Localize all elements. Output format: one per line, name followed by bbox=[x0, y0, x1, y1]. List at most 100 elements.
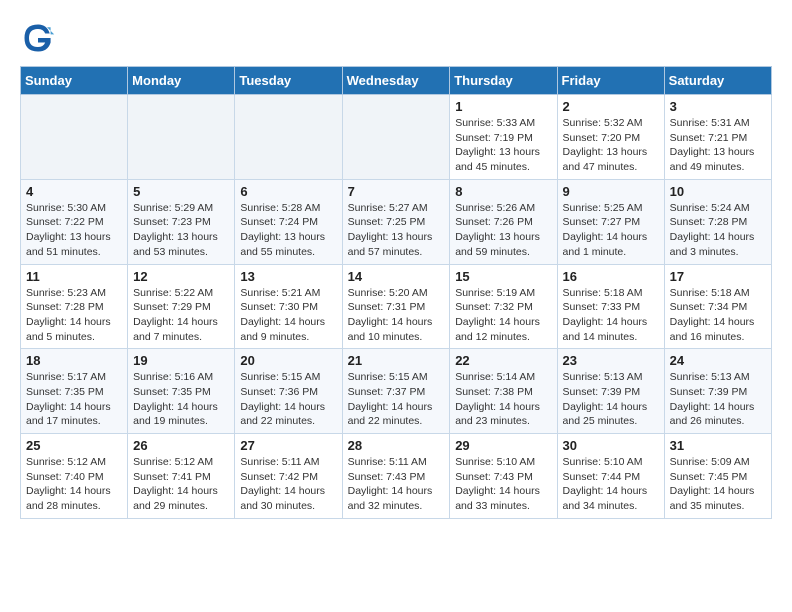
calendar-cell: 19 Sunrise: 5:16 AMSunset: 7:35 PMDayligh… bbox=[128, 349, 235, 434]
day-info: Sunrise: 5:18 AMSunset: 7:33 PMDaylight:… bbox=[563, 286, 659, 345]
calendar-cell: 16 Sunrise: 5:18 AMSunset: 7:33 PMDayligh… bbox=[557, 264, 664, 349]
day-info: Sunrise: 5:10 AMSunset: 7:44 PMDaylight:… bbox=[563, 455, 659, 514]
day-info: Sunrise: 5:14 AMSunset: 7:38 PMDaylight:… bbox=[455, 370, 551, 429]
day-number: 14 bbox=[348, 269, 445, 284]
day-number: 21 bbox=[348, 353, 445, 368]
day-info: Sunrise: 5:09 AMSunset: 7:45 PMDaylight:… bbox=[670, 455, 766, 514]
day-info: Sunrise: 5:28 AMSunset: 7:24 PMDaylight:… bbox=[240, 201, 336, 260]
page-header bbox=[20, 20, 772, 56]
calendar-cell: 4Sunrise: 5:30 AMSunset: 7:22 PMDaylight… bbox=[21, 179, 128, 264]
day-number: 10 bbox=[670, 184, 766, 199]
calendar-cell: 25 Sunrise: 5:12 AMSunset: 7:40 PMDayligh… bbox=[21, 434, 128, 519]
calendar-week-row: 11 Sunrise: 5:23 AMSunset: 7:28 PMDayligh… bbox=[21, 264, 772, 349]
day-number: 25 bbox=[26, 438, 122, 453]
calendar-header-wednesday: Wednesday bbox=[342, 67, 450, 95]
day-number: 12 bbox=[133, 269, 229, 284]
day-info: Sunrise: 5:11 AMSunset: 7:42 PMDaylight:… bbox=[240, 455, 336, 514]
calendar-header-row: SundayMondayTuesdayWednesdayThursdayFrid… bbox=[21, 67, 772, 95]
calendar-cell: 10 Sunrise: 5:24 AMSunset: 7:28 PMDayligh… bbox=[664, 179, 771, 264]
day-number: 4 bbox=[26, 184, 122, 199]
calendar-header-thursday: Thursday bbox=[450, 67, 557, 95]
calendar-cell: 11 Sunrise: 5:23 AMSunset: 7:28 PMDayligh… bbox=[21, 264, 128, 349]
calendar-cell: 22 Sunrise: 5:14 AMSunset: 7:38 PMDayligh… bbox=[450, 349, 557, 434]
day-number: 18 bbox=[26, 353, 122, 368]
day-number: 17 bbox=[670, 269, 766, 284]
day-info: Sunrise: 5:33 AMSunset: 7:19 PMDaylight:… bbox=[455, 116, 551, 175]
day-number: 20 bbox=[240, 353, 336, 368]
day-number: 15 bbox=[455, 269, 551, 284]
day-info: Sunrise: 5:17 AMSunset: 7:35 PMDaylight:… bbox=[26, 370, 122, 429]
calendar-header-friday: Friday bbox=[557, 67, 664, 95]
day-info: Sunrise: 5:12 AMSunset: 7:41 PMDaylight:… bbox=[133, 455, 229, 514]
day-info: Sunrise: 5:29 AMSunset: 7:23 PMDaylight:… bbox=[133, 201, 229, 260]
calendar-cell bbox=[128, 95, 235, 180]
day-number: 27 bbox=[240, 438, 336, 453]
day-info: Sunrise: 5:10 AMSunset: 7:43 PMDaylight:… bbox=[455, 455, 551, 514]
calendar-cell bbox=[235, 95, 342, 180]
day-number: 23 bbox=[563, 353, 659, 368]
day-number: 31 bbox=[670, 438, 766, 453]
day-number: 28 bbox=[348, 438, 445, 453]
day-info: Sunrise: 5:18 AMSunset: 7:34 PMDaylight:… bbox=[670, 286, 766, 345]
calendar-cell: 1 Sunrise: 5:33 AMSunset: 7:19 PMDaylight… bbox=[450, 95, 557, 180]
calendar-cell: 8 Sunrise: 5:26 AMSunset: 7:26 PMDaylight… bbox=[450, 179, 557, 264]
calendar-week-row: 25 Sunrise: 5:12 AMSunset: 7:40 PMDayligh… bbox=[21, 434, 772, 519]
day-number: 22 bbox=[455, 353, 551, 368]
calendar-cell: 24 Sunrise: 5:13 AMSunset: 7:39 PMDayligh… bbox=[664, 349, 771, 434]
calendar-cell: 26 Sunrise: 5:12 AMSunset: 7:41 PMDayligh… bbox=[128, 434, 235, 519]
day-info: Sunrise: 5:13 AMSunset: 7:39 PMDaylight:… bbox=[563, 370, 659, 429]
day-info: Sunrise: 5:31 AMSunset: 7:21 PMDaylight:… bbox=[670, 116, 766, 175]
logo-icon bbox=[20, 20, 56, 56]
day-number: 26 bbox=[133, 438, 229, 453]
calendar-header-tuesday: Tuesday bbox=[235, 67, 342, 95]
day-info: Sunrise: 5:16 AMSunset: 7:35 PMDaylight:… bbox=[133, 370, 229, 429]
day-number: 2 bbox=[563, 99, 659, 114]
calendar-cell: 21Sunrise: 5:15 AMSunset: 7:37 PMDayligh… bbox=[342, 349, 450, 434]
calendar-cell: 13Sunrise: 5:21 AMSunset: 7:30 PMDayligh… bbox=[235, 264, 342, 349]
day-info: Sunrise: 5:21 AMSunset: 7:30 PMDaylight:… bbox=[240, 286, 336, 345]
calendar-cell: 20 Sunrise: 5:15 AMSunset: 7:36 PMDayligh… bbox=[235, 349, 342, 434]
calendar-cell: 18 Sunrise: 5:17 AMSunset: 7:35 PMDayligh… bbox=[21, 349, 128, 434]
day-number: 29 bbox=[455, 438, 551, 453]
day-info: Sunrise: 5:12 AMSunset: 7:40 PMDaylight:… bbox=[26, 455, 122, 514]
day-number: 24 bbox=[670, 353, 766, 368]
logo bbox=[20, 20, 62, 56]
calendar-cell: 3 Sunrise: 5:31 AMSunset: 7:21 PMDaylight… bbox=[664, 95, 771, 180]
day-number: 8 bbox=[455, 184, 551, 199]
calendar-cell: 12Sunrise: 5:22 AMSunset: 7:29 PMDayligh… bbox=[128, 264, 235, 349]
calendar-cell: 30Sunrise: 5:10 AMSunset: 7:44 PMDayligh… bbox=[557, 434, 664, 519]
calendar-header-monday: Monday bbox=[128, 67, 235, 95]
day-info: Sunrise: 5:24 AMSunset: 7:28 PMDaylight:… bbox=[670, 201, 766, 260]
day-number: 1 bbox=[455, 99, 551, 114]
calendar-cell: 15 Sunrise: 5:19 AMSunset: 7:32 PMDayligh… bbox=[450, 264, 557, 349]
calendar-cell: 28Sunrise: 5:11 AMSunset: 7:43 PMDayligh… bbox=[342, 434, 450, 519]
calendar-cell: 2 Sunrise: 5:32 AMSunset: 7:20 PMDaylight… bbox=[557, 95, 664, 180]
calendar-header-sunday: Sunday bbox=[21, 67, 128, 95]
day-number: 19 bbox=[133, 353, 229, 368]
calendar-table: SundayMondayTuesdayWednesdayThursdayFrid… bbox=[20, 66, 772, 519]
day-info: Sunrise: 5:20 AMSunset: 7:31 PMDaylight:… bbox=[348, 286, 445, 345]
calendar-week-row: 18 Sunrise: 5:17 AMSunset: 7:35 PMDayligh… bbox=[21, 349, 772, 434]
calendar-cell: 7Sunrise: 5:27 AMSunset: 7:25 PMDaylight… bbox=[342, 179, 450, 264]
day-info: Sunrise: 5:32 AMSunset: 7:20 PMDaylight:… bbox=[563, 116, 659, 175]
calendar-week-row: 1 Sunrise: 5:33 AMSunset: 7:19 PMDaylight… bbox=[21, 95, 772, 180]
day-number: 11 bbox=[26, 269, 122, 284]
day-info: Sunrise: 5:15 AMSunset: 7:36 PMDaylight:… bbox=[240, 370, 336, 429]
day-info: Sunrise: 5:25 AMSunset: 7:27 PMDaylight:… bbox=[563, 201, 659, 260]
calendar-cell: 29 Sunrise: 5:10 AMSunset: 7:43 PMDayligh… bbox=[450, 434, 557, 519]
calendar-cell: 6Sunrise: 5:28 AMSunset: 7:24 PMDaylight… bbox=[235, 179, 342, 264]
day-number: 3 bbox=[670, 99, 766, 114]
calendar-cell: 27 Sunrise: 5:11 AMSunset: 7:42 PMDayligh… bbox=[235, 434, 342, 519]
day-info: Sunrise: 5:27 AMSunset: 7:25 PMDaylight:… bbox=[348, 201, 445, 260]
day-info: Sunrise: 5:13 AMSunset: 7:39 PMDaylight:… bbox=[670, 370, 766, 429]
calendar-week-row: 4Sunrise: 5:30 AMSunset: 7:22 PMDaylight… bbox=[21, 179, 772, 264]
day-info: Sunrise: 5:19 AMSunset: 7:32 PMDaylight:… bbox=[455, 286, 551, 345]
day-info: Sunrise: 5:23 AMSunset: 7:28 PMDaylight:… bbox=[26, 286, 122, 345]
day-number: 16 bbox=[563, 269, 659, 284]
day-info: Sunrise: 5:26 AMSunset: 7:26 PMDaylight:… bbox=[455, 201, 551, 260]
day-number: 5 bbox=[133, 184, 229, 199]
calendar-cell: 5 Sunrise: 5:29 AMSunset: 7:23 PMDaylight… bbox=[128, 179, 235, 264]
calendar-cell: 17 Sunrise: 5:18 AMSunset: 7:34 PMDayligh… bbox=[664, 264, 771, 349]
calendar-cell: 23 Sunrise: 5:13 AMSunset: 7:39 PMDayligh… bbox=[557, 349, 664, 434]
calendar-cell bbox=[342, 95, 450, 180]
